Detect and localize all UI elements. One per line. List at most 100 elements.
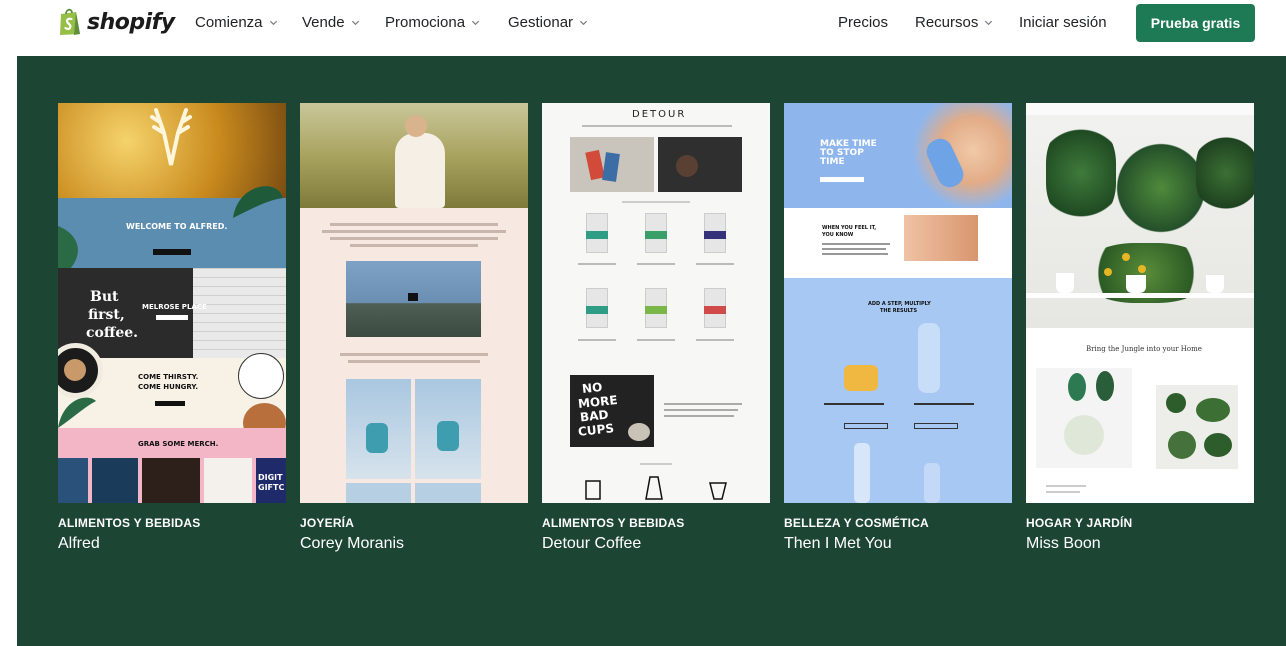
nav-precios[interactable]: Precios bbox=[838, 14, 888, 31]
nav-vende-label: Vende bbox=[302, 14, 345, 31]
plant bbox=[1116, 143, 1206, 233]
corey-figure bbox=[437, 421, 459, 451]
missboon-headline: Bring the Jungle into your Home bbox=[1086, 345, 1202, 353]
store-name[interactable]: Then I Met You bbox=[784, 535, 892, 553]
timy-product-button bbox=[914, 423, 958, 429]
store-name[interactable]: Alfred bbox=[58, 535, 100, 553]
leaf bbox=[1064, 415, 1104, 455]
corey-photo-bottom bbox=[415, 483, 481, 503]
antler-logo-icon bbox=[150, 108, 192, 166]
store-category: ALIMENTOS Y BEBIDAS bbox=[542, 516, 685, 530]
text-line bbox=[578, 263, 616, 265]
chevron-down-icon bbox=[579, 20, 588, 26]
free-trial-button[interactable]: Prueba gratis bbox=[1136, 4, 1255, 42]
nav-promociona[interactable]: Promociona bbox=[385, 14, 480, 31]
plant bbox=[1196, 398, 1230, 422]
store-preview-corey-moranis[interactable] bbox=[300, 103, 528, 503]
timy-button bbox=[820, 177, 864, 182]
leaf-icon bbox=[58, 397, 96, 428]
play-icon bbox=[408, 293, 418, 301]
text-line bbox=[696, 339, 734, 341]
coffee-label bbox=[645, 306, 667, 314]
store-category: HOGAR Y JARDÍN bbox=[1026, 516, 1133, 530]
detour-slogan-line: NO bbox=[581, 379, 603, 397]
nav-promociona-label: Promociona bbox=[385, 14, 466, 31]
alfred-welcome-text: WELCOME TO ALFRED. bbox=[126, 222, 228, 231]
alfred-melrose-text: MELROSE PLACE bbox=[142, 303, 207, 311]
login-label: Iniciar sesión bbox=[1019, 14, 1107, 31]
missboon-topbar bbox=[1026, 103, 1254, 115]
store-preview-detour-coffee[interactable]: DETOUR NO MORE BAD CUPS bbox=[542, 103, 770, 503]
nav-comienza[interactable]: Comienza bbox=[195, 14, 278, 31]
store-preview-then-i-met-you[interactable]: MAKE TIME TO STOP TIME WHEN YOU FEEL IT,… bbox=[784, 103, 1012, 503]
brewing-icons bbox=[585, 476, 727, 500]
timy-step-text: ADD A STEP, MULTIPLY bbox=[868, 301, 931, 307]
text-line bbox=[824, 403, 884, 405]
text-line bbox=[664, 415, 734, 417]
text-line bbox=[578, 339, 616, 341]
plant bbox=[1166, 393, 1186, 413]
alfred-but: But bbox=[90, 289, 119, 305]
store-preview-miss-boon[interactable]: Bring the Jungle into your Home bbox=[1026, 103, 1254, 503]
pot bbox=[1206, 275, 1224, 293]
leaf bbox=[1068, 373, 1086, 401]
pot bbox=[1056, 273, 1074, 293]
merch-item bbox=[142, 458, 200, 503]
text-line bbox=[822, 243, 890, 245]
alfred-thirsty-text: COME THIRSTY. bbox=[138, 373, 199, 381]
pot bbox=[1126, 275, 1146, 293]
nav-gestionar[interactable]: Gestionar bbox=[508, 14, 588, 31]
corey-model-head bbox=[405, 115, 427, 137]
merch-item bbox=[204, 458, 252, 503]
text-line bbox=[622, 201, 690, 203]
text-line bbox=[637, 263, 675, 265]
shopify-logo[interactable]: shopify bbox=[58, 7, 175, 37]
timy-bottle bbox=[924, 463, 940, 503]
shopify-bag-icon bbox=[58, 8, 82, 36]
text-line bbox=[1046, 485, 1086, 487]
corey-model bbox=[395, 133, 445, 208]
text-line bbox=[330, 237, 498, 240]
merch-item bbox=[58, 458, 88, 503]
chevron-down-icon bbox=[471, 20, 480, 26]
nav-recursos-label: Recursos bbox=[915, 14, 979, 31]
nav-recursos[interactable]: Recursos bbox=[915, 14, 993, 31]
timy-feel-text: YOU KNOW bbox=[822, 232, 854, 238]
detour-menu bbox=[582, 125, 732, 127]
merch-item bbox=[92, 458, 138, 503]
detour-hero-right bbox=[658, 137, 742, 192]
text-line bbox=[822, 253, 888, 255]
store-name[interactable]: Miss Boon bbox=[1026, 535, 1101, 553]
nav-precios-label: Precios bbox=[838, 14, 889, 31]
store-name[interactable]: Corey Moranis bbox=[300, 535, 404, 553]
chevron-down-icon bbox=[269, 20, 277, 26]
brand-wordmark: shopify bbox=[87, 9, 175, 35]
monstera-leaf-icon bbox=[233, 186, 283, 218]
timy-step-text: THE RESULTS bbox=[880, 308, 918, 314]
alfred-first: first, bbox=[88, 307, 125, 323]
chevron-down-icon bbox=[351, 20, 359, 26]
timy-bottle bbox=[854, 443, 870, 503]
text-line bbox=[640, 463, 672, 465]
text-line bbox=[664, 409, 738, 411]
text-line bbox=[322, 230, 506, 233]
timy-headline: TIME bbox=[820, 157, 845, 167]
nav-vende[interactable]: Vende bbox=[302, 14, 360, 31]
latte-cup bbox=[628, 423, 650, 441]
store-name[interactable]: Detour Coffee bbox=[542, 535, 641, 553]
store-showcase: WELCOME TO ALFRED. But first, coffee. ME… bbox=[17, 56, 1286, 646]
text-line bbox=[664, 403, 742, 405]
plant bbox=[1204, 433, 1232, 457]
coffee-label bbox=[586, 231, 608, 239]
nav-comienza-label: Comienza bbox=[195, 14, 263, 31]
plant bbox=[1168, 431, 1196, 459]
text-line bbox=[348, 360, 480, 363]
login-link[interactable]: Iniciar sesión bbox=[1019, 14, 1107, 31]
corey-figure bbox=[366, 423, 388, 453]
text-line bbox=[914, 403, 974, 405]
timy-jar bbox=[844, 365, 878, 391]
latte-art bbox=[64, 359, 86, 381]
detour-brand: DETOUR bbox=[632, 109, 687, 120]
plant bbox=[1046, 123, 1116, 223]
store-preview-alfred[interactable]: WELCOME TO ALFRED. But first, coffee. ME… bbox=[58, 103, 286, 503]
